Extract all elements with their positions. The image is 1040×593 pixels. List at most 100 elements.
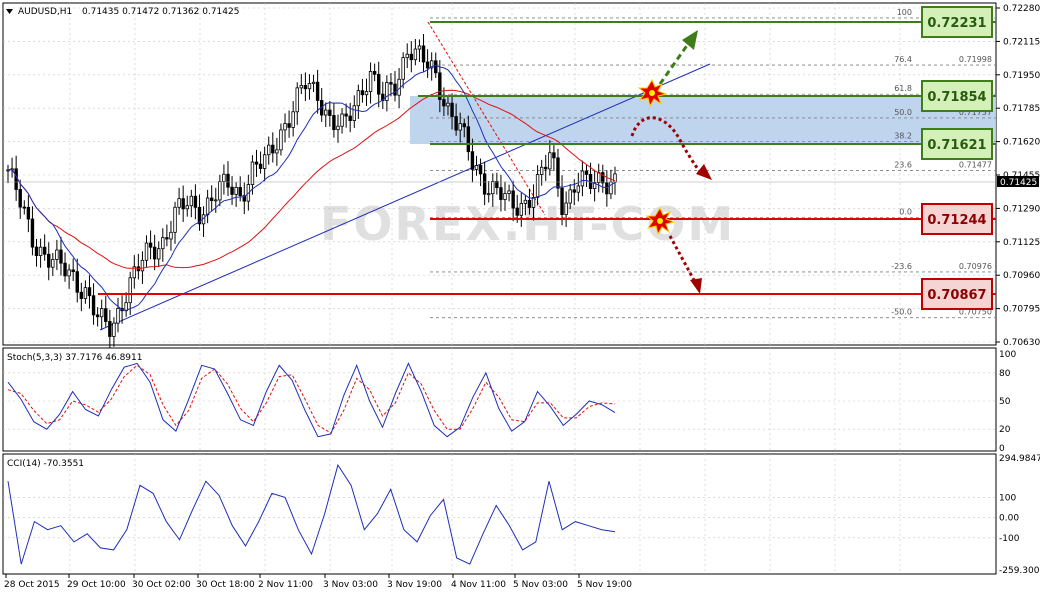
candle-body <box>405 53 409 59</box>
candle-body <box>218 181 222 201</box>
candle-body <box>328 109 332 116</box>
candle-body <box>63 262 67 277</box>
cci-tick-label: 100 <box>999 493 1016 503</box>
candle-body <box>576 185 581 193</box>
cci-tick-label: 0.00 <box>999 514 1019 524</box>
stoch-tick-label: 100 <box>999 350 1016 360</box>
level-label-71244: 0.71244 <box>927 213 986 228</box>
candle-body <box>368 70 373 92</box>
candle-body <box>177 198 181 208</box>
price-tick-label: 0.72280 <box>1003 4 1040 14</box>
candle-body <box>262 154 267 169</box>
candle-body <box>234 187 238 195</box>
stoch-title: Stoch(5,3,3) 37.7176 46.8911 <box>7 353 142 363</box>
candle-body <box>95 314 100 318</box>
candle-body <box>539 166 544 175</box>
burst-center-icon <box>657 218 663 224</box>
time-tick-label: 3 Nov 03:00 <box>323 580 378 590</box>
candle-body <box>108 321 112 337</box>
candle-body <box>434 60 438 74</box>
fib-level-label: -23.6 <box>891 262 912 271</box>
level-box-71244: 0.71244 <box>921 203 993 235</box>
level-label-72231: 0.72231 <box>927 16 986 31</box>
time-tick-label: 30 Oct 18:00 <box>196 580 255 590</box>
candle-body <box>279 129 283 151</box>
candle-body <box>267 144 271 156</box>
candle-body <box>519 203 524 216</box>
price-tick-label: 0.71620 <box>1003 138 1040 148</box>
candle-body <box>185 205 189 210</box>
candle-body <box>503 193 507 200</box>
candle-body <box>30 218 35 248</box>
level-box-72231: 0.72231 <box>921 6 993 38</box>
candle-body <box>157 248 161 260</box>
candle-body <box>275 149 279 154</box>
candle-body <box>226 173 230 188</box>
fib-level-label: 23.6 <box>894 161 912 170</box>
time-tick-label: 5 Nov 19:00 <box>577 580 632 590</box>
candle-body <box>283 123 287 131</box>
candle-body <box>515 207 519 216</box>
candle-body <box>544 166 548 170</box>
candle-body <box>401 57 405 80</box>
candle-body <box>14 168 18 190</box>
candle-body <box>169 231 173 240</box>
candle-body <box>458 123 462 131</box>
candle-body <box>47 253 51 268</box>
candle-body <box>230 186 234 195</box>
candle-body <box>140 259 145 272</box>
price-tick-label: 0.71455 <box>1003 171 1040 181</box>
candle-body <box>26 206 31 220</box>
candle-body <box>205 197 210 216</box>
burst-center-icon <box>649 90 655 96</box>
candle-body <box>299 85 304 89</box>
candle-body <box>152 246 157 260</box>
candle-body <box>470 151 475 170</box>
main-pane: FOREX.HT-COM 1000.7223176.40.7199861.80.… <box>2 2 1040 350</box>
time-tick-label: 29 Oct 10:00 <box>67 580 126 590</box>
candle-body <box>413 48 418 61</box>
candle-body <box>425 61 430 69</box>
candle-body <box>99 308 104 318</box>
candle-body <box>360 90 365 96</box>
candle-body <box>495 181 499 189</box>
candle-body <box>580 170 585 187</box>
fib-price-label: 0.71477 <box>959 161 992 170</box>
candle-body <box>446 102 450 107</box>
candle-body <box>377 73 381 95</box>
candle-body <box>572 189 576 193</box>
candle-body <box>560 187 564 215</box>
time-tick-label: 28 Oct 2015 <box>4 580 60 590</box>
candle-body <box>474 165 479 170</box>
candle-body <box>409 53 414 61</box>
level-label-70867: 0.70867 <box>927 288 986 303</box>
candle-body <box>165 237 169 240</box>
candle-body <box>193 195 198 208</box>
candle-body <box>348 115 352 121</box>
candle-body <box>531 196 536 208</box>
stochastic-pane: Stoch(5,3,3) 37.7176 46.8911 100 80 50 20 0 <box>2 347 1016 454</box>
fib-level-label: 0.0 <box>899 208 912 217</box>
candle-body <box>91 295 96 316</box>
candle-body <box>250 161 255 185</box>
candle-body <box>454 116 458 131</box>
cci-tick-label: 294.9847 <box>999 454 1040 464</box>
candle-body <box>287 123 291 128</box>
candle-body <box>181 198 185 210</box>
price-tick-label: 0.71950 <box>1003 71 1040 81</box>
fib-level-label: 61.8 <box>894 84 912 93</box>
candle-body <box>116 307 120 324</box>
stoch-tick-label: 0 <box>999 444 1005 454</box>
level-label-71854: 0.71854 <box>927 90 986 105</box>
candle-body <box>75 271 79 293</box>
candle-body <box>67 269 71 277</box>
candle-body <box>584 170 589 175</box>
symbol-label: AUDUSD,H1 <box>18 7 72 17</box>
stoch-tick-label: 50 <box>999 397 1011 407</box>
candle-body <box>238 187 242 197</box>
candle-body <box>491 181 495 195</box>
fib-price-label: 0.70976 <box>959 262 992 271</box>
candle-body <box>254 161 259 165</box>
candle-body <box>55 249 59 260</box>
price-tick-label: 0.71125 <box>1003 238 1040 248</box>
